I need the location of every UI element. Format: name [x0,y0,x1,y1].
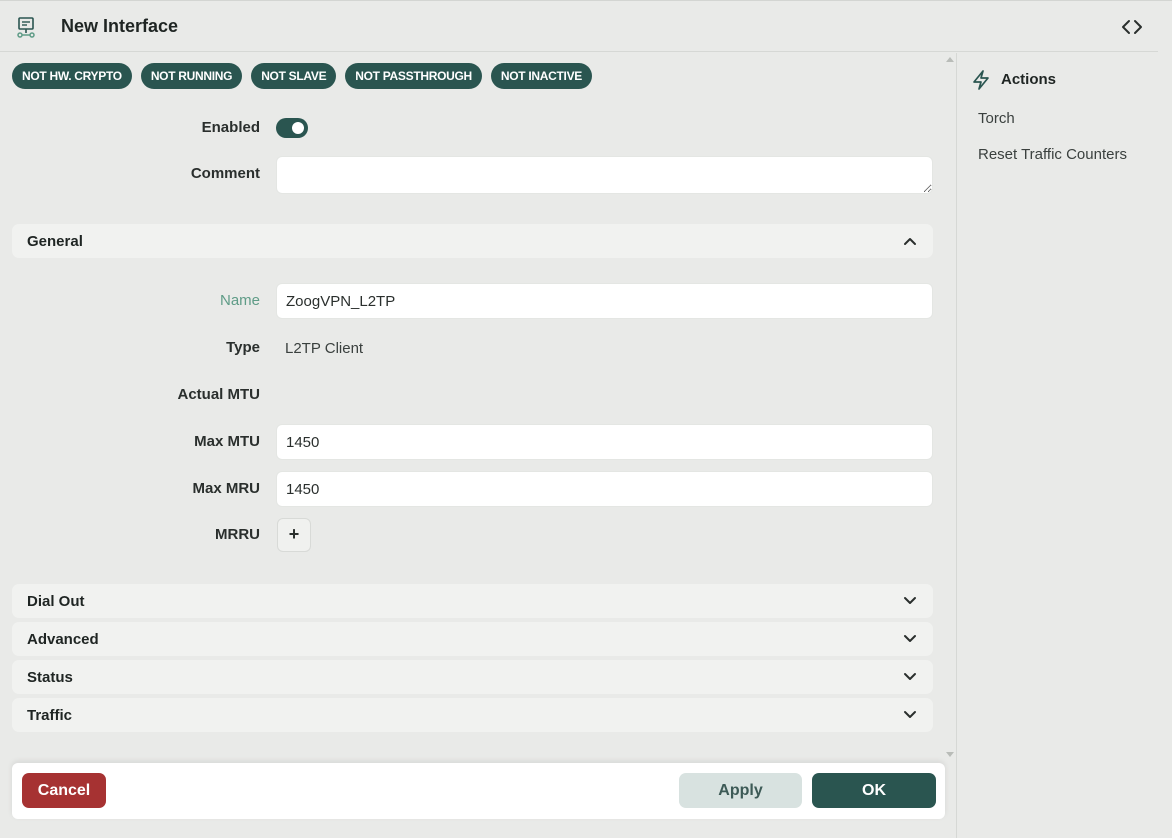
section-title: Status [27,668,73,686]
code-view-icon[interactable] [1120,16,1144,38]
actions-title: Actions [1001,71,1057,88]
status-badges: NOT HW. CRYPTO NOT RUNNING NOT SLAVE NOT… [12,63,592,89]
comment-label: Comment [190,165,260,182]
dialog-footer: Cancel Apply OK [12,763,945,819]
section-title: Traffic [27,706,73,724]
status-badge: NOT HW. CRYPTO [12,63,132,89]
max-mtu-label: Max MTU [194,433,260,450]
window-header: New Interface [0,1,1158,52]
reset-traffic-counters-action[interactable]: Reset Traffic Counters [978,146,1127,163]
torch-action[interactable]: Torch [978,110,1015,127]
max-mtu-field[interactable] [276,424,933,460]
max-mru-label: Max MRU [192,480,260,497]
enabled-label: Enabled [201,119,260,136]
status-badge: NOT INACTIVE [490,63,592,89]
section-status[interactable]: Status [12,660,933,694]
scroll-up-icon[interactable] [946,57,954,62]
status-badge: NOT SLAVE [251,63,337,89]
section-traffic[interactable]: Traffic [12,698,933,732]
cancel-button[interactable]: Cancel [22,773,106,808]
mrru-label: MRRU [215,526,260,543]
type-label: Type [226,339,260,356]
chevron-down-icon[interactable] [903,670,917,684]
actions-sidebar: Actions Torch Reset Traffic Counters [957,53,1158,838]
enabled-toggle[interactable] [276,118,308,138]
toggle-knob [292,122,304,134]
lightning-icon [973,70,989,90]
chevron-down-icon[interactable] [903,708,917,722]
chevron-down-icon[interactable] [903,594,917,608]
page-title: New Interface [61,16,179,36]
name-label: Name [219,292,260,309]
max-mru-field[interactable] [276,471,933,507]
form-scrollbar[interactable] [945,53,955,761]
apply-button[interactable]: Apply [679,773,802,808]
name-field[interactable] [276,283,933,319]
new-interface-window: New Interface NOT HW. CRYPTO NOT RUNNING… [0,0,1172,838]
section-dial-out[interactable]: Dial Out [12,584,933,618]
section-title: General [27,232,83,250]
section-title: Advanced [27,630,99,648]
add-mrru-button[interactable]: + [277,518,311,552]
type-value: L2TP Client [285,340,364,357]
comment-field[interactable] [276,156,933,194]
interface-icon [17,17,35,38]
interface-form: NOT HW. CRYPTO NOT RUNNING NOT SLAVE NOT… [0,53,945,761]
status-badge: NOT RUNNING [140,63,243,89]
ok-button[interactable]: OK [812,773,936,808]
section-general[interactable]: General [12,224,933,258]
status-badge: NOT PASSTHROUGH [345,63,482,89]
actual-mtu-label: Actual MTU [177,386,261,403]
section-advanced[interactable]: Advanced [12,622,933,656]
chevron-up-icon[interactable] [903,234,917,248]
scroll-down-icon[interactable] [946,752,954,757]
section-title: Dial Out [27,592,85,610]
chevron-down-icon[interactable] [903,632,917,646]
